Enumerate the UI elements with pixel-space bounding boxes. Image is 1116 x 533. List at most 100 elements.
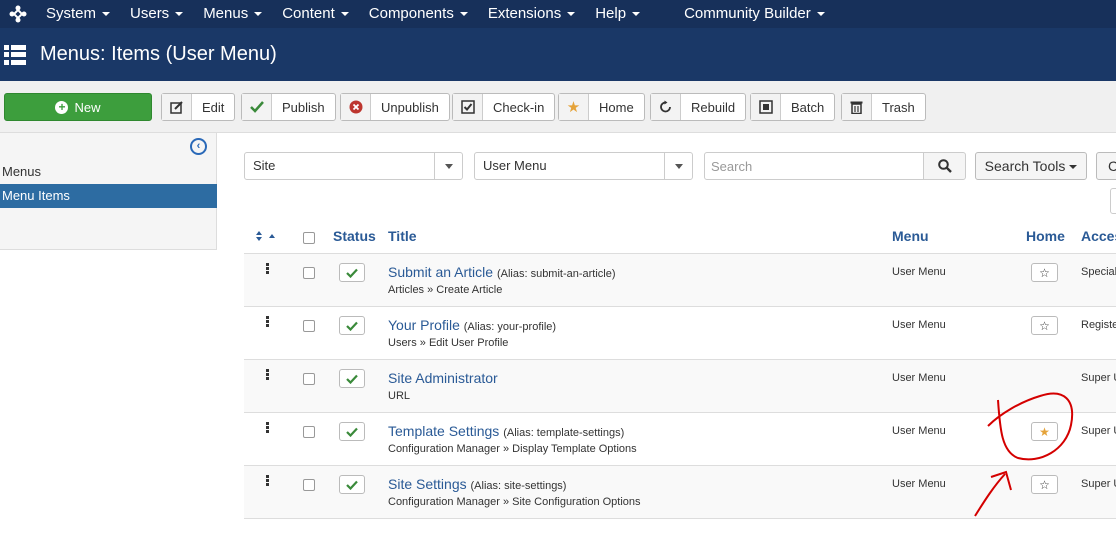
table-row: Submit an Article (Alias: submit-an-arti… — [244, 254, 1116, 307]
column-status[interactable]: Status — [333, 228, 376, 244]
item-type: Users » Edit User Profile — [388, 337, 509, 349]
new-button[interactable]: + New — [4, 93, 152, 121]
nav-community-builder-label: Community Builder — [684, 5, 811, 22]
edit-button-label: Edit — [202, 99, 225, 115]
publish-button-label: Publish — [282, 99, 325, 115]
set-home-button[interactable]: ☆ — [1031, 475, 1058, 494]
check-icon — [346, 374, 358, 384]
nav-components[interactable]: Components — [359, 0, 478, 28]
nav-menus[interactable]: Menus — [193, 0, 272, 28]
star-outline-icon: ☆ — [1039, 477, 1050, 492]
nav-users[interactable]: Users — [120, 0, 193, 28]
drag-handle-icon[interactable] — [266, 316, 269, 328]
nav-community-builder[interactable]: Community Builder — [674, 0, 835, 28]
collapse-sidebar-icon[interactable]: ‹ — [190, 138, 207, 155]
nav-content[interactable]: Content — [272, 0, 359, 28]
item-alias: (Alias: your-profile) — [463, 321, 557, 333]
publish-toggle-button[interactable] — [339, 475, 365, 494]
item-title-link[interactable]: Site Administrator — [388, 370, 498, 386]
home-button[interactable]: ★ Home — [558, 93, 645, 121]
item-title-link[interactable]: Template Settings — [388, 423, 499, 439]
nav-extensions-label: Extensions — [487, 5, 562, 22]
nav-system[interactable]: System — [36, 0, 120, 28]
toolbar: + New Edit Publish Unpublish Check-in ★ … — [0, 81, 1116, 133]
checkin-button[interactable]: Check-in — [452, 93, 556, 121]
sidebar-item-menu-items[interactable]: Menu Items — [0, 184, 217, 208]
item-type: URL — [388, 390, 411, 402]
drag-handle-icon[interactable] — [266, 475, 269, 487]
ordering-sort-icon[interactable] — [254, 230, 278, 242]
set-home-button[interactable]: ☆ — [1031, 263, 1058, 282]
x-circle-icon — [341, 94, 371, 120]
client-select[interactable]: Site — [244, 152, 463, 180]
column-access[interactable]: Acces — [1081, 228, 1116, 244]
list-limit-select[interactable] — [1110, 188, 1116, 214]
sidebar: ‹ Menus Menu Items — [0, 133, 217, 250]
caret-down-icon — [459, 12, 468, 17]
list-grid-icon — [4, 44, 26, 65]
row-checkbox[interactable] — [303, 426, 315, 438]
unpublish-button[interactable]: Unpublish — [340, 93, 450, 121]
item-access: Registe — [1081, 319, 1116, 331]
item-alias: (Alias: site-settings) — [470, 480, 567, 492]
sidebar-item-menus[interactable]: Menus — [0, 160, 217, 184]
item-title-link[interactable]: Submit an Article — [388, 264, 493, 280]
search-input[interactable] — [704, 152, 924, 180]
column-home[interactable]: Home — [1026, 228, 1065, 244]
item-type: Articles » Create Article — [388, 284, 503, 296]
search-button[interactable] — [923, 152, 966, 180]
item-alias: (Alias: submit-an-article) — [496, 268, 616, 280]
caret-down-icon — [632, 12, 641, 17]
home-button-label: Home — [599, 99, 634, 115]
rebuild-button[interactable]: Rebuild — [650, 93, 747, 121]
row-checkbox[interactable] — [303, 479, 315, 491]
table-row: Your Profile (Alias: your-profile) Users… — [244, 307, 1116, 360]
row-checkbox[interactable] — [303, 320, 315, 332]
star-outline-icon: ☆ — [1039, 318, 1050, 333]
checkin-button-label: Check-in — [493, 99, 545, 115]
column-title[interactable]: Title — [388, 228, 417, 244]
set-home-button[interactable]: ☆ — [1031, 316, 1058, 335]
batch-button[interactable]: Batch — [750, 93, 836, 121]
drag-handle-icon[interactable] — [266, 263, 269, 275]
edit-button[interactable]: Edit — [161, 93, 236, 121]
publish-toggle-button[interactable] — [339, 422, 365, 441]
item-title-link[interactable]: Your Profile — [388, 317, 460, 333]
menu-select[interactable]: User Menu — [474, 152, 693, 180]
nav-users-label: Users — [130, 5, 170, 22]
item-type: Configuration Manager » Site Configurati… — [388, 496, 641, 508]
table-row: Template Settings (Alias: template-setti… — [244, 413, 1116, 466]
publish-toggle-button[interactable] — [339, 316, 365, 335]
clear-button[interactable]: C — [1096, 152, 1116, 180]
column-menu[interactable]: Menu — [892, 228, 929, 244]
item-title: Site Administrator — [388, 370, 498, 386]
nav-menus-label: Menus — [203, 5, 249, 22]
unpublish-button-label: Unpublish — [381, 99, 439, 115]
nav-help-label: Help — [595, 5, 627, 22]
top-nav: System Users Menus Content Components Ex… — [0, 0, 1116, 28]
nav-help[interactable]: Help — [585, 0, 650, 28]
menu-select-value: User Menu — [483, 158, 547, 173]
item-title-link[interactable]: Site Settings — [388, 476, 467, 492]
row-checkbox[interactable] — [303, 373, 315, 385]
select-all-checkbox[interactable] — [303, 232, 315, 244]
default-home-button[interactable]: ★ — [1031, 422, 1058, 441]
trash-button[interactable]: Trash — [841, 93, 926, 121]
item-alias: (Alias: template-settings) — [503, 427, 625, 439]
joomla-logo-icon[interactable] — [0, 0, 36, 28]
check-icon — [242, 94, 272, 120]
rebuild-button-label: Rebuild — [691, 99, 736, 115]
drag-handle-icon[interactable] — [266, 422, 269, 434]
publish-toggle-button[interactable] — [339, 263, 365, 282]
drag-handle-icon[interactable] — [266, 369, 269, 381]
publish-button[interactable]: Publish — [241, 93, 336, 121]
row-checkbox[interactable] — [303, 267, 315, 279]
publish-toggle-button[interactable] — [339, 369, 365, 388]
item-access: Super U — [1081, 478, 1116, 490]
item-menu: User Menu — [892, 372, 946, 384]
search-tools-button[interactable]: Search Tools — [975, 152, 1087, 180]
nav-extensions[interactable]: Extensions — [478, 0, 585, 28]
item-menu: User Menu — [892, 478, 946, 490]
batch-square-icon — [751, 94, 781, 120]
item-menu: User Menu — [892, 266, 946, 278]
